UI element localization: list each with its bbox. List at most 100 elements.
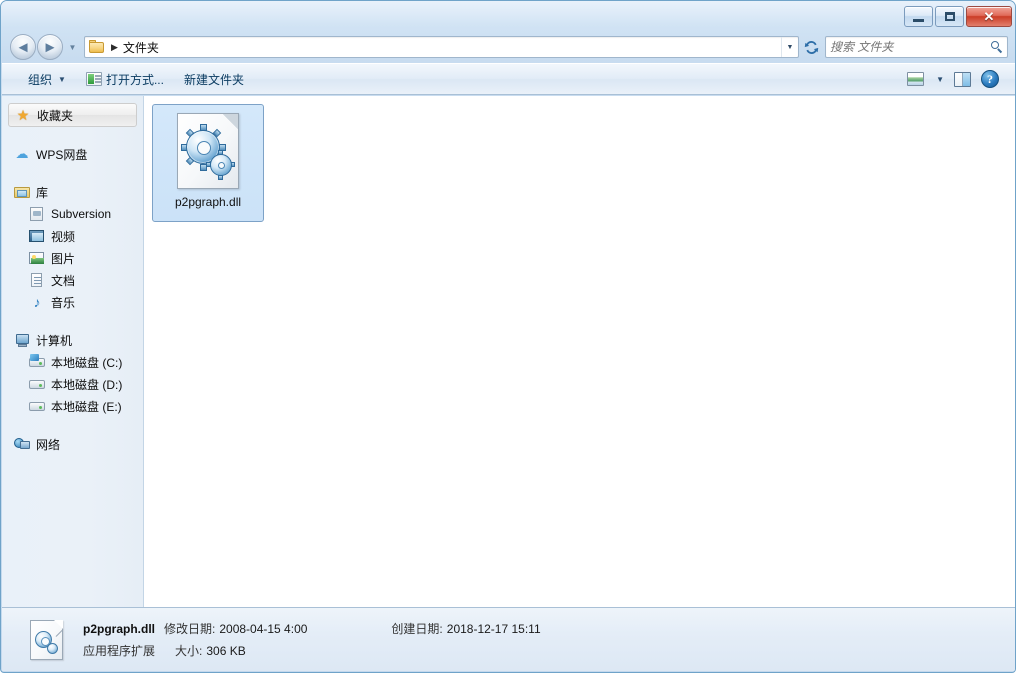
organize-button[interactable]: 组织 ▼ <box>20 67 74 91</box>
explorer-window: ✕ ◄ ► ▼ ▶ 文件夹 ▼ 搜索 文件夹 组织 ▼ 打开方式... 新建文件… <box>0 0 1016 673</box>
breadcrumb[interactable]: ▶ 文件夹 <box>85 37 781 57</box>
music-icon: ♪ <box>33 294 41 310</box>
refresh-icon <box>804 40 818 54</box>
sidebar-item-favorites[interactable]: ★ 收藏夹 <box>8 103 137 127</box>
navigation-bar: ◄ ► ▼ ▶ 文件夹 ▼ <box>1 31 1015 63</box>
details-size-label: 大小: <box>175 644 203 658</box>
subversion-icon <box>29 206 45 222</box>
sidebar-item-label: WPS网盘 <box>36 147 88 162</box>
forward-arrow-icon: ► <box>42 38 58 56</box>
dll-gear-icon <box>30 619 64 660</box>
video-icon <box>29 228 45 244</box>
folder-icon <box>89 40 105 54</box>
minimize-button[interactable] <box>904 6 933 27</box>
drive-system-icon <box>29 354 45 370</box>
search-box[interactable] <box>825 36 1008 58</box>
details-file-name: p2pgraph.dll <box>83 622 155 636</box>
details-created-value: 2018-12-17 15:11 <box>446 622 541 636</box>
sidebar-item-label: 网络 <box>36 437 61 452</box>
breadcrumb-item-folder[interactable]: 文件夹 <box>123 39 159 56</box>
maximize-button[interactable] <box>935 6 964 27</box>
view-icon <box>907 72 925 86</box>
window-controls: ✕ <box>904 6 1012 27</box>
view-dropdown-button[interactable]: ▼ <box>929 67 949 91</box>
network-icon <box>14 436 30 452</box>
sidebar-item-network[interactable]: 网络 <box>2 433 143 455</box>
minimize-icon <box>913 18 924 22</box>
picture-icon <box>29 250 45 266</box>
search-icon <box>990 40 1003 54</box>
sidebar-item-local-disk-e[interactable]: 本地磁盘 (E:) <box>2 395 143 417</box>
sidebar-item-label: 图片 <box>51 251 76 266</box>
sidebar-item-label: 收藏夹 <box>37 108 74 123</box>
file-list-pane[interactable]: p2pgraph.dll <box>144 96 1015 607</box>
document-icon <box>29 272 45 288</box>
library-icon <box>14 184 30 200</box>
back-button[interactable]: ◄ <box>10 34 36 60</box>
help-button[interactable]: ? <box>976 67 1004 91</box>
address-bar[interactable]: ▶ 文件夹 ▼ <box>84 36 799 58</box>
history-dropdown-button[interactable]: ▼ <box>66 43 79 52</box>
forward-button[interactable]: ► <box>37 34 63 60</box>
chevron-down-icon: ▼ <box>58 74 66 84</box>
sidebar-item-label: 库 <box>36 185 49 200</box>
search-input[interactable] <box>830 40 990 54</box>
nav-buttons: ◄ ► ▼ <box>10 34 79 60</box>
sidebar-item-label: Subversion <box>51 207 112 221</box>
file-item-p2pgraph-dll[interactable]: p2pgraph.dll <box>152 104 264 222</box>
details-pane: p2pgraph.dll 修改日期: 2008-04-15 4:00 创建日期:… <box>2 607 1015 671</box>
star-icon: ★ <box>16 107 30 123</box>
breadcrumb-separator-icon: ▶ <box>111 41 118 52</box>
close-icon: ✕ <box>983 9 995 24</box>
sidebar-item-libraries[interactable]: 库 <box>2 181 143 203</box>
details-created-label: 创建日期: <box>391 622 443 636</box>
back-arrow-icon: ◄ <box>15 38 31 56</box>
explorer-body: ★ 收藏夹 ☁ WPS网盘 库 Subversion 视频 图片 文档 ♪ 音乐… <box>2 96 1015 607</box>
sidebar-item-label: 本地磁盘 (E:) <box>51 399 122 414</box>
sidebar-item-label: 文档 <box>51 273 76 288</box>
refresh-button[interactable] <box>800 36 822 58</box>
command-toolbar: 组织 ▼ 打开方式... 新建文件夹 ▼ ? <box>2 63 1015 95</box>
close-button[interactable]: ✕ <box>966 6 1012 27</box>
cloud-icon: ☁ <box>15 146 29 161</box>
details-row-primary: p2pgraph.dll 修改日期: 2008-04-15 4:00 创建日期:… <box>83 620 541 637</box>
sidebar-item-videos[interactable]: 视频 <box>2 225 143 247</box>
open-with-label: 打开方式... <box>105 72 164 87</box>
change-view-button[interactable] <box>902 67 929 91</box>
address-dropdown-button[interactable]: ▼ <box>781 37 798 57</box>
sidebar-item-label: 音乐 <box>51 295 76 310</box>
preview-pane-button[interactable] <box>949 67 976 91</box>
sidebar-item-music[interactable]: ♪ 音乐 <box>2 291 143 313</box>
new-folder-label: 新建文件夹 <box>183 72 244 87</box>
open-with-button[interactable]: 打开方式... <box>78 67 172 91</box>
sidebar-item-pictures[interactable]: 图片 <box>2 247 143 269</box>
sidebar-item-subversion[interactable]: Subversion <box>2 203 143 225</box>
sidebar-item-wps-cloud[interactable]: ☁ WPS网盘 <box>2 143 143 165</box>
details-modified-value: 2008-04-15 4:00 <box>219 622 308 636</box>
drive-icon <box>29 376 45 392</box>
chevron-down-icon: ▼ <box>936 74 944 84</box>
details-file-type: 应用程序扩展 <box>83 644 156 658</box>
sidebar-item-computer[interactable]: 计算机 <box>2 329 143 351</box>
details-modified-label: 修改日期: <box>164 622 216 636</box>
sidebar-item-local-disk-c[interactable]: 本地磁盘 (C:) <box>2 351 143 373</box>
sidebar-item-label: 本地磁盘 (C:) <box>51 355 123 370</box>
navigation-pane: ★ 收藏夹 ☁ WPS网盘 库 Subversion 视频 图片 文档 ♪ 音乐… <box>2 96 144 607</box>
sidebar-item-label: 计算机 <box>36 333 73 348</box>
sidebar-item-local-disk-d[interactable]: 本地磁盘 (D:) <box>2 373 143 395</box>
details-text: p2pgraph.dll 修改日期: 2008-04-15 4:00 创建日期:… <box>83 620 541 659</box>
sidebar-item-label: 视频 <box>51 229 76 244</box>
sidebar-item-documents[interactable]: 文档 <box>2 269 143 291</box>
open-with-icon <box>85 72 102 86</box>
preview-pane-icon <box>954 71 971 87</box>
title-bar: ✕ <box>1 1 1015 31</box>
new-folder-button[interactable]: 新建文件夹 <box>176 67 252 91</box>
computer-icon <box>14 332 30 348</box>
organize-label: 组织 <box>28 72 53 87</box>
maximize-icon <box>944 12 955 21</box>
details-size-value: 306 KB <box>206 644 246 658</box>
